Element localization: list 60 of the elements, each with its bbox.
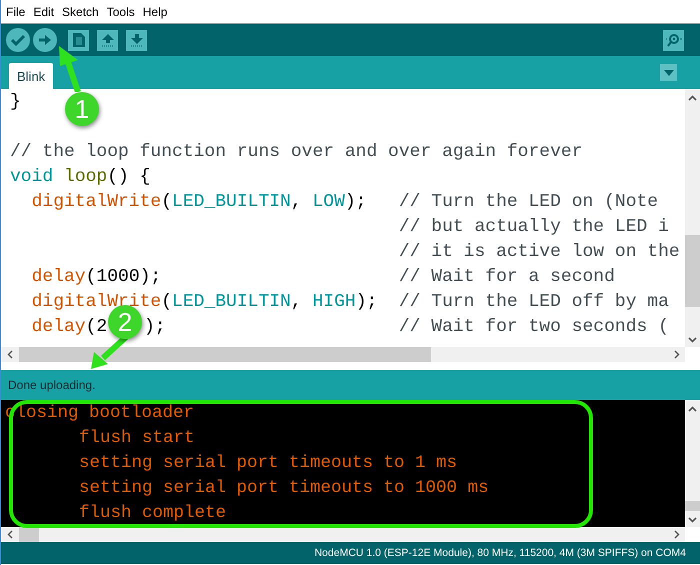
document-icon: [72, 33, 84, 47]
scrollbar-thumb[interactable]: [19, 527, 39, 542]
step-badge: 1: [65, 92, 99, 126]
menu-item[interactable]: File: [6, 4, 26, 18]
tab-menu-button[interactable]: [660, 64, 677, 81]
right-chevron-icon: [674, 530, 680, 539]
magnifier-icon: [666, 33, 682, 47]
step-badge: 2: [108, 305, 142, 339]
right-arrow-icon: [39, 35, 51, 45]
code-statement: );: [144, 316, 166, 336]
menu-item[interactable]: Edit: [33, 4, 54, 18]
code-comment: // it is active low on the: [398, 242, 680, 262]
scrollbar-thumb[interactable]: [19, 347, 431, 362]
up-chevron-icon: [688, 406, 697, 412]
code-statement: void loop() {: [10, 166, 150, 186]
menu-item[interactable]: Help: [142, 4, 168, 18]
scrollbar-thumb[interactable]: [685, 235, 700, 307]
annotation-arrow: [58, 46, 82, 92]
code-comment: // the loop function runs over and over again forever: [10, 142, 582, 162]
file-tab[interactable]: Blink: [9, 63, 54, 89]
code-statement: }: [10, 92, 21, 112]
down-chevron-icon: [688, 517, 697, 523]
code-statement: delay(1000);: [32, 266, 162, 286]
code-comment: // Turn the LED off by ma: [398, 292, 669, 312]
code-statement: delay(2: [32, 316, 108, 336]
console-line: setting serial port timeouts to 1 ms: [79, 452, 458, 472]
status-message: Done uploading.: [8, 378, 96, 392]
vertical-scrollbar[interactable]: [685, 89, 700, 347]
open-button[interactable]: [97, 30, 118, 50]
up-arrow-icon: [100, 33, 114, 47]
down-chevron-icon: [688, 337, 697, 343]
left-chevron-icon: [7, 350, 13, 359]
menu-item[interactable]: Tools: [106, 4, 135, 18]
save-button[interactable]: [126, 30, 147, 50]
console-line: flush start: [79, 428, 195, 448]
code-comment: // Wait for a second: [398, 266, 615, 286]
console-line: setting serial port timeouts to 1000 ms: [79, 478, 489, 498]
left-chevron-icon: [7, 530, 13, 539]
console-line: flush complete: [79, 502, 226, 522]
annotation-arrow: [89, 336, 129, 370]
up-chevron-icon: [688, 95, 697, 101]
menu-item[interactable]: Sketch: [62, 4, 99, 18]
board-info: NodeMCU 1.0 (ESP-12E Module), 80 MHz, 115200, 4M (3M SPIFFS) on COM4: [314, 547, 686, 559]
checkmark-icon: [11, 34, 25, 46]
down-arrow-icon: [130, 33, 144, 47]
verify-button[interactable]: [6, 28, 30, 52]
code-statement: digitalWrite(LED_BUILTIN, LOW);: [32, 192, 366, 212]
horizontal-scrollbar[interactable]: [1, 527, 700, 542]
right-chevron-icon: [674, 350, 680, 359]
upload-button[interactable]: [33, 28, 57, 52]
serial-monitor-button[interactable]: [663, 30, 684, 50]
vertical-scrollbar[interactable]: [685, 400, 700, 527]
triangle-down-icon: [664, 70, 674, 76]
code-comment: // but actually the LED i: [398, 216, 669, 236]
code-comment: // Turn the LED on (Note: [398, 192, 658, 212]
scrollbar-thumb[interactable]: [685, 501, 700, 511]
code-comment: // Wait for two seconds (: [398, 316, 669, 336]
new-button[interactable]: [68, 30, 89, 50]
horizontal-scrollbar[interactable]: [1, 347, 700, 362]
scrollbar-corner: [685, 527, 700, 542]
